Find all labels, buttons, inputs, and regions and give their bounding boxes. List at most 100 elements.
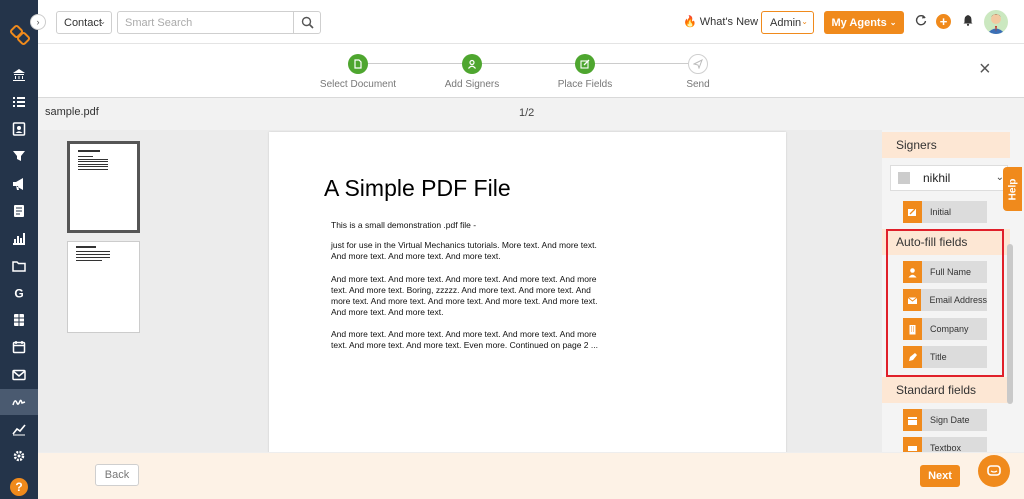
notifications-button[interactable] bbox=[962, 14, 974, 26]
step-send[interactable]: Send bbox=[638, 54, 758, 90]
pdf-paragraph: just for use in the Virtual Mechanics tu… bbox=[331, 240, 597, 261]
step-done-dot bbox=[348, 54, 368, 74]
search-button[interactable] bbox=[293, 12, 320, 33]
initial-icon bbox=[903, 201, 922, 223]
thumb-line bbox=[78, 161, 108, 162]
field-label: Sign Date bbox=[930, 415, 970, 425]
step-label: Select Document bbox=[319, 79, 397, 90]
step-place-fields[interactable]: Place Fields bbox=[525, 54, 645, 90]
thumb-line bbox=[76, 251, 110, 252]
quick-add-button[interactable]: + bbox=[936, 14, 951, 29]
nav-spreadsheet-icon[interactable] bbox=[0, 307, 38, 333]
thumb-line bbox=[78, 150, 100, 152]
field-sign-date[interactable]: Sign Date bbox=[903, 409, 987, 431]
help-tab[interactable]: Help bbox=[1003, 167, 1022, 211]
nav-megaphone-icon[interactable] bbox=[0, 171, 38, 197]
nav-google-icon[interactable]: G bbox=[0, 280, 38, 306]
bell-icon bbox=[963, 15, 973, 26]
chevron-down-icon: ⌄ bbox=[889, 18, 897, 27]
step-label: Send bbox=[686, 79, 710, 90]
whats-new-label: What's New bbox=[699, 16, 759, 28]
thumbnail-page-1[interactable] bbox=[67, 141, 140, 233]
send-icon bbox=[693, 59, 703, 69]
chevron-down-icon: ⌄ bbox=[801, 17, 808, 26]
chat-button[interactable] bbox=[978, 455, 1010, 487]
panel-scrollbar[interactable] bbox=[1007, 244, 1013, 404]
step-add-signers[interactable]: Add Signers bbox=[412, 54, 532, 90]
step-done-dot bbox=[575, 54, 595, 74]
document-info-bar: sample.pdf 1/2 bbox=[38, 98, 1024, 130]
my-agents-label: My Agents bbox=[831, 16, 887, 29]
chevron-down-icon: ⌄ bbox=[99, 17, 106, 26]
left-nav-rail: G ? bbox=[0, 0, 38, 499]
thumb-line bbox=[78, 164, 108, 165]
user-icon bbox=[468, 59, 476, 69]
thumb-line bbox=[78, 156, 93, 157]
nav-settings-icon[interactable] bbox=[0, 443, 38, 469]
nav-document-icon[interactable] bbox=[0, 198, 38, 224]
nav-contacts-icon[interactable] bbox=[0, 116, 38, 142]
step-pending-dot bbox=[688, 54, 708, 74]
signer-select[interactable]: nikhil ⌄ bbox=[890, 165, 1008, 191]
nav-bank-icon[interactable] bbox=[0, 62, 38, 88]
nav-mail-icon[interactable] bbox=[0, 362, 38, 388]
step-done-dot bbox=[462, 54, 482, 74]
refresh-button[interactable] bbox=[915, 14, 927, 26]
signer-color-swatch bbox=[898, 172, 910, 184]
help-tab-label: Help bbox=[1007, 178, 1019, 200]
nav-analytics-icon[interactable] bbox=[0, 225, 38, 251]
pdf-paragraph: And more text. And more text. And more t… bbox=[331, 274, 598, 317]
calendar-icon bbox=[903, 409, 922, 431]
pdf-paragraph: And more text. And more text. And more t… bbox=[331, 329, 598, 350]
field-initial[interactable]: Initial bbox=[903, 201, 987, 223]
pdf-title: A Simple PDF File bbox=[324, 175, 511, 201]
field-textbox[interactable]: Textbox bbox=[903, 437, 987, 452]
expand-sidebar-button[interactable]: › bbox=[30, 14, 46, 30]
textbox-icon bbox=[903, 437, 922, 452]
search-input[interactable] bbox=[118, 12, 288, 33]
thumbnail-page-2[interactable] bbox=[67, 241, 140, 333]
my-agents-button[interactable]: My Agents ⌄ bbox=[824, 11, 904, 34]
admin-dropdown[interactable]: Admin ⌄ bbox=[761, 11, 814, 34]
smart-search bbox=[117, 11, 321, 34]
wizard-stepper: Select Document Add Signers Place Fields… bbox=[38, 44, 1024, 98]
nav-calendar-icon[interactable] bbox=[0, 334, 38, 360]
module-select[interactable]: Contact ⌄ bbox=[56, 11, 112, 34]
field-label: Textbox bbox=[930, 443, 962, 452]
signer-name: nikhil bbox=[923, 171, 951, 185]
chat-bubble-icon bbox=[987, 465, 1001, 476]
signers-heading: Signers bbox=[882, 132, 1010, 158]
file-name: sample.pdf bbox=[45, 106, 99, 118]
pdf-page[interactable]: A Simple PDF File This is a small demons… bbox=[269, 132, 786, 452]
refresh-icon bbox=[915, 15, 927, 26]
edit-icon bbox=[580, 59, 590, 69]
nav-trend-icon[interactable] bbox=[0, 416, 38, 442]
nav-folder-icon[interactable] bbox=[0, 253, 38, 279]
close-icon[interactable]: × bbox=[979, 58, 991, 81]
nav-signature-icon[interactable] bbox=[0, 389, 38, 415]
thumb-line bbox=[76, 254, 110, 255]
flame-icon: 🔥 bbox=[683, 16, 697, 28]
nav-filter-icon[interactable] bbox=[0, 143, 38, 169]
admin-label: Admin bbox=[770, 16, 802, 29]
document-viewer: A Simple PDF File This is a small demons… bbox=[162, 130, 882, 452]
avatar[interactable] bbox=[984, 10, 1008, 34]
help-question-icon[interactable]: ? bbox=[10, 478, 28, 496]
thumb-line bbox=[76, 257, 110, 258]
next-button[interactable]: Next bbox=[920, 465, 960, 487]
user-avatar-icon bbox=[987, 14, 1005, 34]
document-icon bbox=[354, 59, 362, 69]
footer-action-bar: Back Next bbox=[38, 452, 1024, 499]
field-label: Initial bbox=[930, 207, 952, 217]
whats-new-link[interactable]: 🔥 What's New bbox=[683, 15, 758, 28]
back-button[interactable]: Back bbox=[95, 464, 139, 486]
pdf-paragraph: This is a small demonstration .pdf file … bbox=[331, 220, 477, 230]
thumb-line bbox=[78, 159, 108, 160]
thumb-line bbox=[76, 246, 96, 248]
step-select-document[interactable]: Select Document bbox=[298, 54, 418, 90]
nav-list-icon[interactable] bbox=[0, 89, 38, 115]
thumb-line bbox=[78, 169, 108, 170]
top-header: › Contact ⌄ 🔥 What's New Admin ⌄ My Agen… bbox=[30, 0, 1024, 44]
plus-icon: + bbox=[936, 14, 951, 29]
app-logo-icon[interactable] bbox=[9, 24, 31, 46]
